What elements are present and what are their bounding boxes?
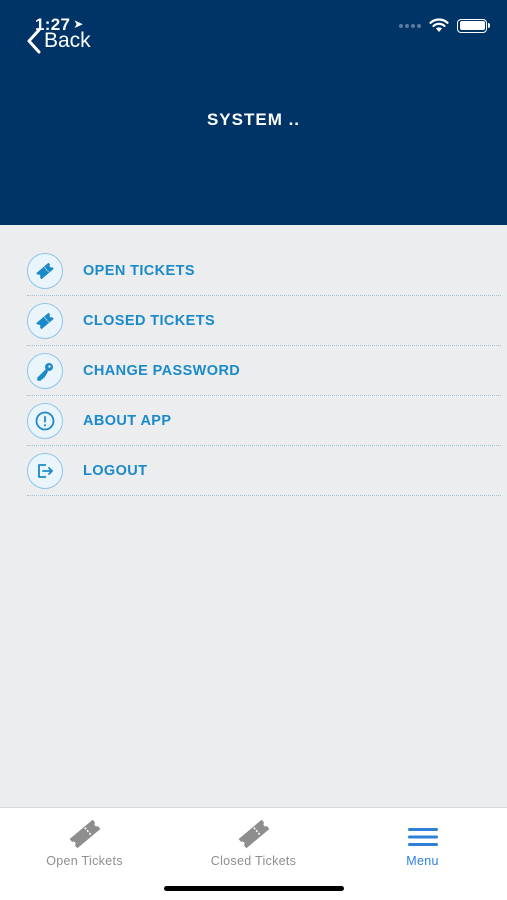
hamburger-icon	[407, 828, 438, 846]
back-label: Back	[44, 29, 91, 52]
key-icon	[27, 352, 63, 389]
menu-item-label: ABOUT APP	[83, 412, 172, 429]
menu-item-closed-tickets[interactable]: CLOSED TICKETS	[27, 296, 501, 346]
menu-item-label: CLOSED TICKETS	[83, 312, 216, 329]
page-title: SYSTEM ..	[206, 110, 301, 129]
battery-icon	[457, 18, 490, 33]
cellular-signal-icon	[399, 23, 421, 28]
ticket-icon	[27, 252, 63, 289]
wifi-icon	[429, 18, 449, 32]
menu-item-label: LOGOUT	[83, 462, 148, 479]
chevron-left-icon	[27, 28, 41, 54]
ticket-icon	[238, 819, 269, 849]
tab-label: Open Tickets	[46, 854, 123, 868]
tab-closed-tickets[interactable]: Closed Tickets	[169, 808, 338, 868]
ticket-icon	[27, 302, 63, 339]
tab-label: Closed Tickets	[210, 854, 297, 868]
app-header: 1:27 ➤ Back SYSTEM ..	[0, 0, 507, 225]
menu-list: OPEN TICKETS CLOSED TICKETS CHANGE PASSW…	[27, 246, 501, 496]
home-indicator	[164, 886, 344, 891]
menu-item-logout[interactable]: LOGOUT	[27, 446, 501, 496]
back-button[interactable]: Back	[26, 28, 91, 54]
menu-item-label: OPEN TICKETS	[83, 262, 195, 279]
menu-item-about-app[interactable]: ABOUT APP	[27, 396, 501, 446]
tab-menu[interactable]: Menu	[338, 808, 507, 868]
status-indicators	[399, 18, 490, 33]
menu-item-change-password[interactable]: CHANGE PASSWORD	[27, 346, 501, 396]
logout-icon	[27, 452, 63, 489]
menu-item-label: CHANGE PASSWORD	[83, 362, 241, 379]
tab-label: Menu	[406, 854, 439, 868]
menu-item-open-tickets[interactable]: OPEN TICKETS	[27, 246, 501, 296]
info-icon	[27, 402, 63, 439]
tab-open-tickets[interactable]: Open Tickets	[0, 808, 169, 868]
ticket-icon	[69, 819, 100, 849]
